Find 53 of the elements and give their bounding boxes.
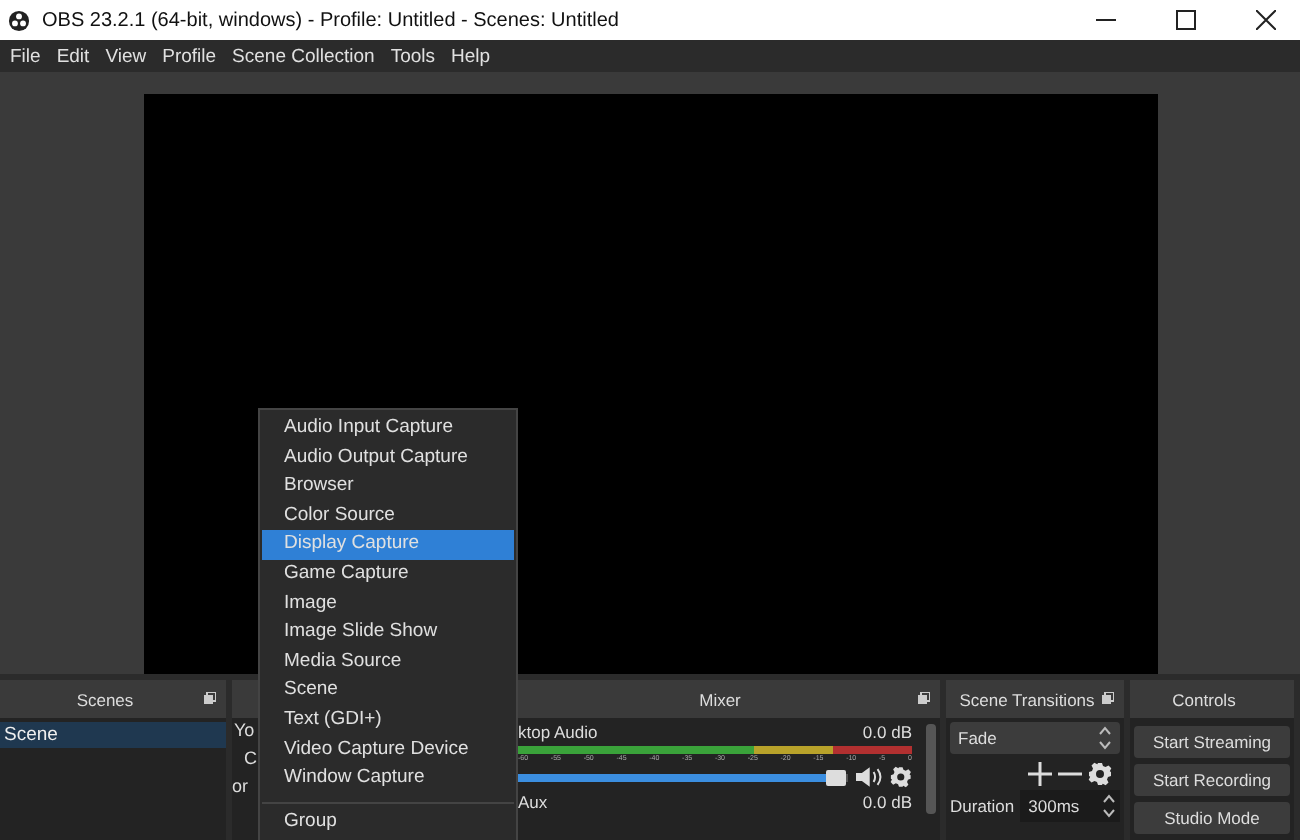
app-logo-icon xyxy=(8,9,30,31)
maximize-icon[interactable] xyxy=(1176,10,1196,30)
volume-slider[interactable] xyxy=(518,773,848,781)
volume-reading: 0.0 dB xyxy=(862,792,912,812)
volume-reading: 0.0 dB xyxy=(862,722,912,742)
settings-icon[interactable] xyxy=(890,766,912,788)
window-title: OBS 23.2.1 (64-bit, windows) - Profile: Untitled - Scenes: Untitled xyxy=(42,9,621,31)
control-button[interactable]: Start Recording xyxy=(1134,764,1290,796)
dock-title: Scenes xyxy=(76,689,134,709)
context-menu-item[interactable]: Media Source xyxy=(262,647,514,677)
menu-item[interactable]: Tools xyxy=(382,45,444,67)
context-menu-item[interactable]: Audio Input Capture xyxy=(262,414,514,444)
context-menu-item[interactable]: Browser xyxy=(262,472,514,502)
menu-item[interactable]: Help xyxy=(443,45,499,67)
channel-name: Aux xyxy=(518,792,548,812)
context-menu-item[interactable]: Group xyxy=(262,801,514,837)
control-button[interactable]: Studio Mode xyxy=(1134,802,1290,834)
speaker-icon[interactable] xyxy=(855,766,883,788)
dock-title: Scene Transitions xyxy=(959,689,1095,709)
close-icon[interactable] xyxy=(1256,10,1276,30)
channel-name: ktop Audio xyxy=(518,722,598,742)
menu-item[interactable]: Profile xyxy=(154,45,225,67)
context-menu-item[interactable]: Image xyxy=(262,589,514,619)
spin-arrows-icon[interactable] xyxy=(1102,794,1116,818)
dock-title: Controls xyxy=(1172,689,1236,709)
sources-text: C xyxy=(244,748,257,768)
context-menu-item[interactable]: Audio Output Capture xyxy=(262,443,514,473)
add-icon[interactable] xyxy=(1028,762,1052,786)
context-menu-item[interactable]: Text (GDI+) xyxy=(262,705,514,736)
menu-item[interactable]: View xyxy=(97,45,155,67)
undock-icon[interactable] xyxy=(1102,692,1114,704)
scene-item[interactable]: Scene xyxy=(0,722,226,748)
context-menu-item[interactable]: Image Slide Show xyxy=(262,618,514,648)
sources-text: or xyxy=(232,776,249,796)
settings-icon[interactable] xyxy=(1088,762,1112,786)
menu-item[interactable]: Scene Collection xyxy=(224,45,383,67)
sources-text: Yo xyxy=(234,720,255,740)
context-menu-item[interactable]: Video Capture Device xyxy=(262,735,514,765)
undock-icon[interactable] xyxy=(918,692,930,704)
menu-item[interactable]: Edit xyxy=(48,45,98,67)
menu-item[interactable]: File xyxy=(2,45,49,67)
transition-select[interactable]: Fade xyxy=(950,722,1120,754)
spin-arrows-icon[interactable] xyxy=(1098,726,1112,750)
duration-label: Duration xyxy=(950,796,1015,816)
context-menu-item[interactable]: Game Capture xyxy=(262,559,514,590)
scrollbar[interactable] xyxy=(926,724,936,814)
context-menu-item[interactable]: Window Capture xyxy=(262,764,514,794)
context-menu-item[interactable]: Scene xyxy=(262,676,514,706)
dock-title: Mixer xyxy=(699,689,741,709)
duration-field[interactable]: 300ms xyxy=(1020,790,1120,822)
control-button[interactable]: Start Streaming xyxy=(1134,726,1290,758)
undock-icon[interactable] xyxy=(204,692,216,704)
context-menu-item[interactable]: Color Source xyxy=(262,501,514,531)
